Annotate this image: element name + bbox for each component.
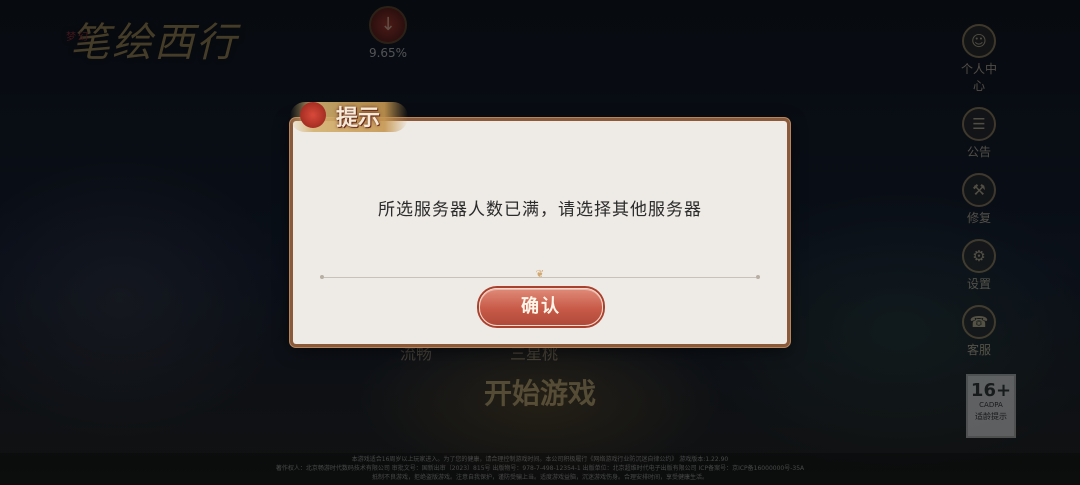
server-full-dialog: 所选服务器人数已满，请选择其他服务器 ❦ 确认 (293, 121, 787, 344)
dialog-title-badge: 提示 (290, 98, 410, 138)
dialog-message: 所选服务器人数已满，请选择其他服务器 (378, 200, 702, 220)
dialog-title: 提示 (336, 105, 381, 131)
dialog-divider: ❦ (320, 270, 760, 280)
divider-ornament-icon: ❦ (535, 269, 545, 280)
sun-ornament-icon (300, 102, 326, 128)
confirm-button[interactable]: 确认 (479, 288, 603, 326)
